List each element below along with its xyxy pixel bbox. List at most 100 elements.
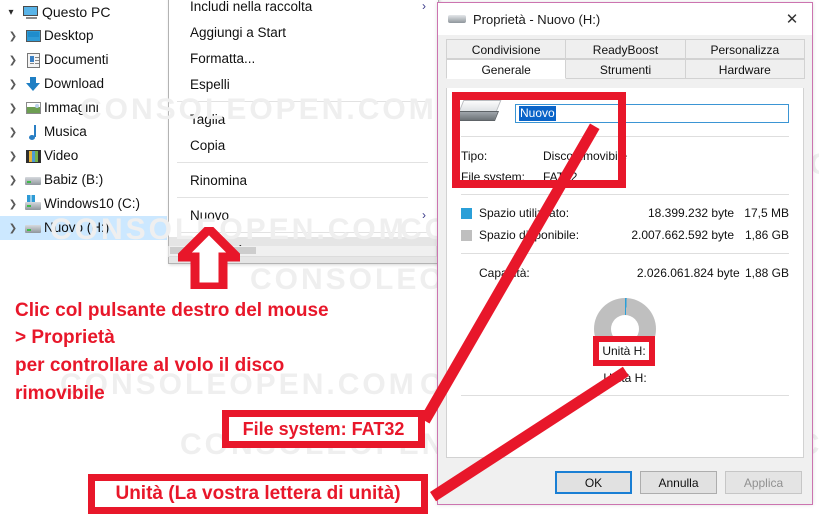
apply-button[interactable]: Applica <box>725 471 802 494</box>
tree-item-label: Desktop <box>44 28 94 43</box>
menu-item-label: Espelli <box>190 76 230 92</box>
menu-item-label: Rinomina <box>190 172 248 188</box>
usage-label: Spazio disponibile: <box>479 228 580 242</box>
drive-icon <box>22 216 44 240</box>
info-key: Tipo: <box>461 148 488 163</box>
chevron-down-icon[interactable]: ▾ <box>2 0 20 24</box>
tree-item-immagini[interactable]: ❯ Immagini <box>0 96 167 120</box>
volume-label-input[interactable]: Nuovo <box>515 103 789 123</box>
ok-button[interactable]: OK <box>555 471 632 494</box>
menu-item-label: Nuovo <box>190 207 230 223</box>
menu-item-label: Copia <box>190 137 226 153</box>
tab-readyboost[interactable]: ReadyBoost <box>565 39 686 59</box>
usage-bytes: 18.399.232 byte <box>648 206 735 220</box>
close-icon[interactable]: ✕ <box>772 3 812 35</box>
tab-condivisione[interactable]: Condivisione <box>446 39 567 59</box>
chevron-right-icon[interactable]: ❯ <box>4 48 22 72</box>
tab-row-top: Condivisione ReadyBoost Personalizza <box>446 39 805 59</box>
free-space-swatch <box>461 229 472 241</box>
desktop-icon <box>22 24 44 48</box>
menu-item-nuovo[interactable]: Nuovo › <box>169 202 438 228</box>
disk-usage-chart <box>447 298 803 360</box>
pictures-icon <box>22 96 44 120</box>
downloads-icon <box>22 72 44 96</box>
cancel-button[interactable]: Annulla <box>640 471 717 494</box>
tree-item-label: Download <box>44 76 105 91</box>
dialog-buttons: OK Annulla Applica <box>547 471 802 494</box>
chevron-right-icon[interactable]: ❯ <box>4 120 22 144</box>
tree-item-nuovo-h[interactable]: ❯ Nuovo (H:) <box>0 216 167 240</box>
chevron-right-icon[interactable]: ❯ <box>4 168 22 192</box>
menu-item-taglia[interactable]: Taglia <box>169 106 438 132</box>
chevron-right-icon: › <box>422 0 426 13</box>
scrollbar-thumb[interactable] <box>170 247 256 254</box>
context-menu: Includi nella raccolta › Aggiungi a Star… <box>168 0 439 264</box>
chevron-right-icon[interactable]: ❯ <box>4 24 22 48</box>
removable-drive-icon <box>454 100 502 126</box>
tree-item-desktop[interactable]: ❯ Desktop <box>0 24 167 48</box>
properties-dialog: Proprietà - Nuovo (H:) ✕ Condivisione Re… <box>437 2 813 505</box>
drive-icon <box>22 168 44 192</box>
dialog-content-general: Nuovo Tipo: Disco rimovibile File system… <box>446 88 804 458</box>
used-space-swatch <box>461 207 472 219</box>
drive-letter-text: Unità H: <box>603 371 647 385</box>
documents-icon <box>22 48 44 72</box>
menu-separator <box>177 197 428 198</box>
video-icon <box>22 144 44 168</box>
dialog-tabs: Condivisione ReadyBoost Personalizza Gen… <box>438 35 812 79</box>
menu-separator <box>177 162 428 163</box>
usage-row-free: Spazio disponibile: 2.007.662.592 byte 1… <box>447 224 803 246</box>
chevron-right-icon[interactable]: ❯ <box>4 96 22 120</box>
donut-chart <box>594 298 656 360</box>
menu-item-label: Formatta... <box>190 50 256 66</box>
tab-personalizza[interactable]: Personalizza <box>684 39 805 59</box>
tree-item-label: Questo PC <box>42 4 111 20</box>
tab-generale[interactable]: Generale <box>446 59 567 79</box>
menu-item-label: Includi nella raccolta <box>190 0 313 14</box>
tree-item-label: Documenti <box>44 52 109 67</box>
menu-separator <box>177 101 428 102</box>
menu-item-aggiungi-a-start[interactable]: Aggiungi a Start <box>169 19 438 45</box>
menu-item-copia[interactable]: Copia <box>169 132 438 158</box>
tree-item-label: Musica <box>44 124 87 139</box>
tree-item-windows10-c[interactable]: ❯ Windows10 (C:) <box>0 192 167 216</box>
usage-label: Spazio utilizzato: <box>479 206 570 220</box>
tree-item-video[interactable]: ❯ Video <box>0 144 167 168</box>
navigation-pane: ▾ Questo PC ❯ Desktop ❯ Documenti ❯ Down… <box>0 0 167 247</box>
context-menu-horizontal-scrollbar[interactable] <box>168 246 437 257</box>
tree-item-label: Babiz (B:) <box>44 172 104 187</box>
chevron-right-icon[interactable]: ❯ <box>4 216 22 240</box>
tree-item-label: Nuovo (H:) <box>44 220 110 235</box>
menu-item-includi-nella-raccolta[interactable]: Includi nella raccolta › <box>169 0 438 19</box>
capacity-human: 1,88 GB <box>744 266 789 280</box>
music-icon <box>22 120 44 144</box>
chevron-right-icon[interactable]: ❯ <box>4 192 22 216</box>
volume-label-value: Nuovo <box>519 105 556 121</box>
menu-item-formatta[interactable]: Formatta... <box>169 45 438 71</box>
capacity-label: Capacità: <box>479 266 530 280</box>
drive-icon <box>448 13 466 25</box>
usage-row-used: Spazio utilizzato: 18.399.232 byte 17,5 … <box>447 202 803 224</box>
menu-item-label: Taglia <box>190 111 226 127</box>
tree-item-download[interactable]: ❯ Download <box>0 72 167 96</box>
dialog-title-bar: Proprietà - Nuovo (H:) ✕ <box>438 3 812 35</box>
chevron-right-icon[interactable]: ❯ <box>4 144 22 168</box>
volume-name-row: Nuovo <box>447 88 803 136</box>
computer-icon <box>20 0 42 24</box>
capacity-bytes: 2.026.061.824 byte <box>636 266 740 280</box>
windows-drive-icon <box>22 192 44 216</box>
tree-item-documenti[interactable]: ❯ Documenti <box>0 48 167 72</box>
tree-item-babiz-b[interactable]: ❯ Babiz (B:) <box>0 168 167 192</box>
tree-item-label: Windows10 (C:) <box>44 196 141 211</box>
tree-item-questo-pc[interactable]: ▾ Questo PC <box>0 0 167 24</box>
menu-item-rinomina[interactable]: Rinomina <box>169 167 438 193</box>
menu-item-espelli[interactable]: Espelli <box>169 71 438 97</box>
tab-hardware[interactable]: Hardware <box>684 59 805 79</box>
info-value: Disco rimovibile <box>543 148 628 163</box>
tab-strumenti[interactable]: Strumenti <box>565 59 686 79</box>
tree-item-label: Video <box>44 148 79 163</box>
chevron-right-icon[interactable]: ❯ <box>4 72 22 96</box>
tab-row-bottom: Generale Strumenti Hardware <box>446 59 805 79</box>
menu-separator <box>177 232 428 233</box>
tree-item-musica[interactable]: ❯ Musica <box>0 120 167 144</box>
